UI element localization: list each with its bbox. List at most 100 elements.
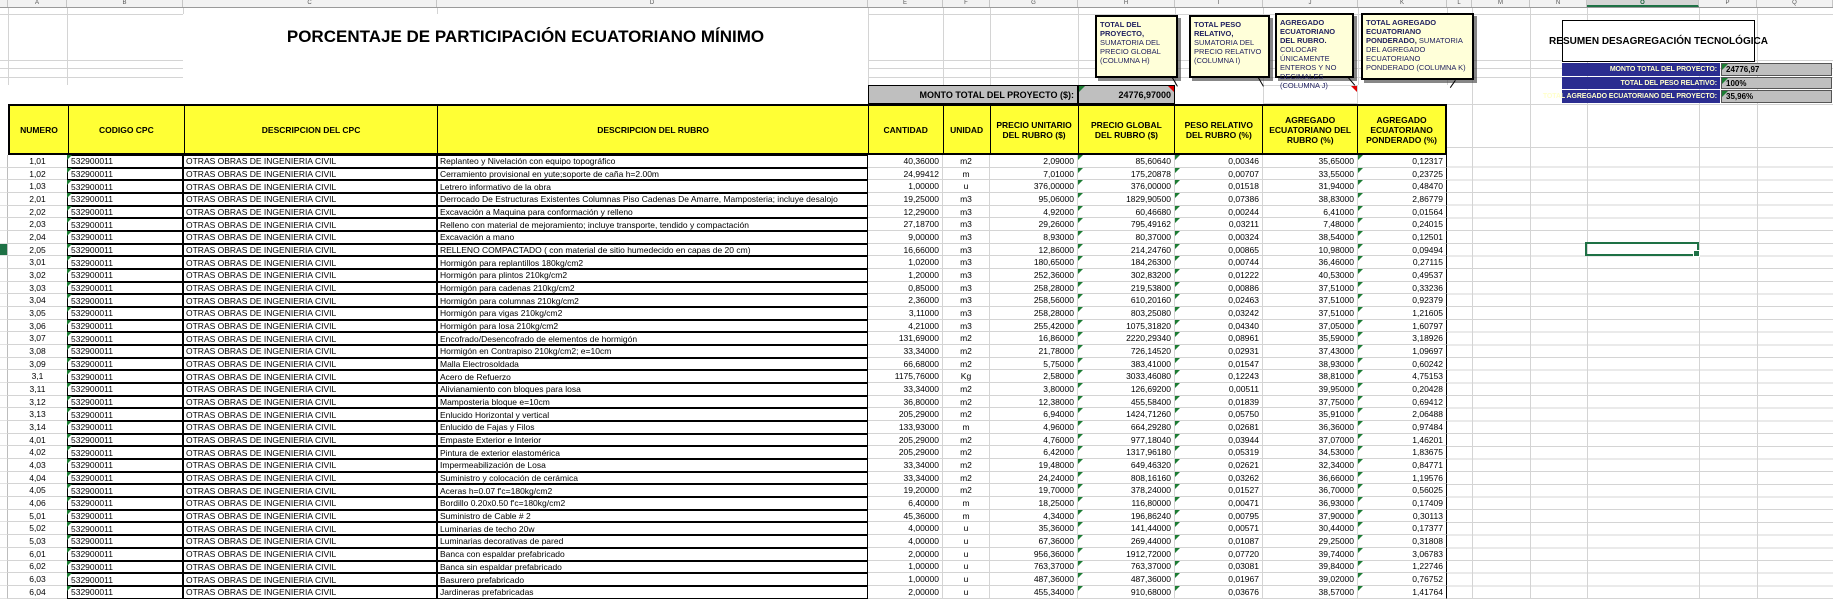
cell-peso-relativo[interactable]: 0,01527 [1175,484,1263,497]
cell-codigo-cpc[interactable]: 532900011 [67,244,183,257]
cell-descripcion-rubro[interactable]: Mamposteria bloque e=10cm [437,396,868,409]
cell-precio-global[interactable]: 302,83200 [1078,269,1175,282]
cell-unidad[interactable]: m3 [943,294,990,307]
cell-descripcion-rubro[interactable]: Luminarias decorativas de pared [437,535,868,548]
cell-peso-relativo[interactable]: 0,03262 [1175,472,1263,485]
banner-total-proyecto-cell[interactable]: 24776,97000 [1078,85,1175,104]
cell-precio-unitario[interactable]: 4,34000 [990,510,1078,523]
cell-precio-global[interactable]: 80,37000 [1078,231,1175,244]
cell-codigo-cpc[interactable]: 532900011 [67,168,183,181]
cell-peso-relativo[interactable]: 0,00795 [1175,510,1263,523]
cell-agregado-rubro[interactable]: 35,65000 [1263,155,1358,168]
cell-codigo-cpc[interactable]: 532900011 [67,345,183,358]
cell-unidad[interactable]: m2 [943,446,990,459]
cell-cantidad[interactable]: 4,00000 [868,535,943,548]
cell-peso-relativo[interactable]: 0,01222 [1175,269,1263,282]
cell-cantidad[interactable]: 33,34000 [868,459,943,472]
cell-agregado-ponderado[interactable]: 0,09494 [1358,244,1447,257]
row-gutter[interactable] [0,446,8,459]
cell-descripcion-rubro[interactable]: Suministro y colocación de cerámica [437,472,868,485]
cell-descripcion-rubro[interactable]: Cerramiento provisional en yute;soporte … [437,168,868,181]
cell-descripcion-cpc[interactable]: OTRAS OBRAS DE INGENIERIA CIVIL [183,294,437,307]
row-gutter[interactable] [0,383,8,396]
cell-codigo-cpc[interactable]: 532900011 [67,294,183,307]
cell-unidad[interactable]: u [943,522,990,535]
cell-descripcion-cpc[interactable]: OTRAS OBRAS DE INGENIERIA CIVIL [183,155,437,168]
cell-descripcion-rubro[interactable]: RELLENO COMPACTADO ( con material de sit… [437,244,868,257]
cell-unidad[interactable]: m3 [943,256,990,269]
cell-descripcion-rubro[interactable]: Hormigón para cadenas 210kg/cm2 [437,282,868,295]
cell-cantidad[interactable]: 1,20000 [868,269,943,282]
cell-agregado-rubro[interactable]: 39,84000 [1263,561,1358,574]
cell-codigo-cpc[interactable]: 532900011 [67,434,183,447]
cell-descripcion-cpc[interactable]: OTRAS OBRAS DE INGENIERIA CIVIL [183,320,437,333]
cell-peso-relativo[interactable]: 0,03676 [1175,586,1263,599]
cell-codigo-cpc[interactable]: 532900011 [67,446,183,459]
cell-agregado-ponderado[interactable]: 1,19576 [1358,472,1447,485]
cell-descripcion-rubro[interactable]: Hormigón en Contrapiso 210kg/cm2; e=10cm [437,345,868,358]
cell-codigo-cpc[interactable]: 532900011 [67,522,183,535]
cell-codigo-cpc[interactable]: 532900011 [67,180,183,193]
cell-agregado-rubro[interactable]: 35,59000 [1263,332,1358,345]
cell-codigo-cpc[interactable]: 532900011 [67,535,183,548]
cell-codigo-cpc[interactable]: 532900011 [67,396,183,409]
cell-precio-unitario[interactable]: 21,78000 [990,345,1078,358]
cell-precio-global[interactable]: 795,49162 [1078,218,1175,231]
cell-peso-relativo[interactable]: 0,01547 [1175,358,1263,371]
cell-descripcion-rubro[interactable]: Enlucido Horizontal y vertical [437,408,868,421]
row-gutter[interactable] [0,307,8,320]
summary-value-agregado[interactable]: 35,96% [1721,90,1832,103]
cell-numero[interactable]: 3,03 [8,282,67,295]
cell-agregado-ponderado[interactable]: 0,20428 [1358,383,1447,396]
column-header-N[interactable]: N [1530,0,1587,7]
cell-agregado-ponderado[interactable]: 0,17377 [1358,522,1447,535]
cell-numero[interactable]: 5,01 [8,510,67,523]
cell-cantidad[interactable]: 2,36000 [868,294,943,307]
cell-agregado-ponderado[interactable]: 0,92379 [1358,294,1447,307]
cell-precio-unitario[interactable]: 956,36000 [990,548,1078,561]
row-gutter[interactable] [0,421,8,434]
row-gutter[interactable] [0,484,8,497]
cell-descripcion-cpc[interactable]: OTRAS OBRAS DE INGENIERIA CIVIL [183,370,437,383]
cell-precio-global[interactable]: 763,37000 [1078,561,1175,574]
row-gutter[interactable] [0,231,8,244]
row-gutter[interactable] [0,510,8,523]
cell-cantidad[interactable]: 36,80000 [868,396,943,409]
row-gutter[interactable] [0,573,8,586]
cell-numero[interactable]: 3,09 [8,358,67,371]
cell-descripcion-cpc[interactable]: OTRAS OBRAS DE INGENIERIA CIVIL [183,535,437,548]
column-header-K[interactable]: K [1358,0,1447,7]
cell-agregado-ponderado[interactable]: 1,22746 [1358,561,1447,574]
cell-agregado-rubro[interactable]: 31,94000 [1263,180,1358,193]
cell-unidad[interactable]: m2 [943,484,990,497]
cell-codigo-cpc[interactable]: 532900011 [67,307,183,320]
column-header-H[interactable]: H [1078,0,1175,7]
cell-unidad[interactable]: m [943,168,990,181]
cell-unidad[interactable]: m2 [943,345,990,358]
cell-precio-unitario[interactable]: 252,36000 [990,269,1078,282]
cell-descripcion-cpc[interactable]: OTRAS OBRAS DE INGENIERIA CIVIL [183,396,437,409]
cell-codigo-cpc[interactable]: 532900011 [67,269,183,282]
cell-precio-global[interactable]: 175,20878 [1078,168,1175,181]
cell-agregado-rubro[interactable]: 37,05000 [1263,320,1358,333]
cell-numero[interactable]: 3,07 [8,332,67,345]
cell-cantidad[interactable]: 205,29000 [868,408,943,421]
cell-agregado-ponderado[interactable]: 1,41764 [1358,586,1447,599]
cell-precio-global[interactable]: 1075,31820 [1078,320,1175,333]
cell-peso-relativo[interactable]: 0,03211 [1175,218,1263,231]
row-gutter[interactable] [0,218,8,231]
cell-cantidad[interactable]: 2,00000 [868,586,943,599]
cell-cantidad[interactable]: 3,11000 [868,307,943,320]
cell-numero[interactable]: 2,03 [8,218,67,231]
row-gutter[interactable] [0,548,8,561]
cell-descripcion-cpc[interactable]: OTRAS OBRAS DE INGENIERIA CIVIL [183,484,437,497]
cell-precio-unitario[interactable]: 24,24000 [990,472,1078,485]
column-header-A[interactable]: A [8,0,67,7]
cell-agregado-ponderado[interactable]: 0,60242 [1358,358,1447,371]
cell-codigo-cpc[interactable]: 532900011 [67,358,183,371]
cell-numero[interactable]: 2,04 [8,231,67,244]
cell-descripcion-cpc[interactable]: OTRAS OBRAS DE INGENIERIA CIVIL [183,282,437,295]
cell-agregado-rubro[interactable]: 38,93000 [1263,358,1358,371]
cell-cantidad[interactable]: 0,85000 [868,282,943,295]
cell-precio-global[interactable]: 1424,71260 [1078,408,1175,421]
